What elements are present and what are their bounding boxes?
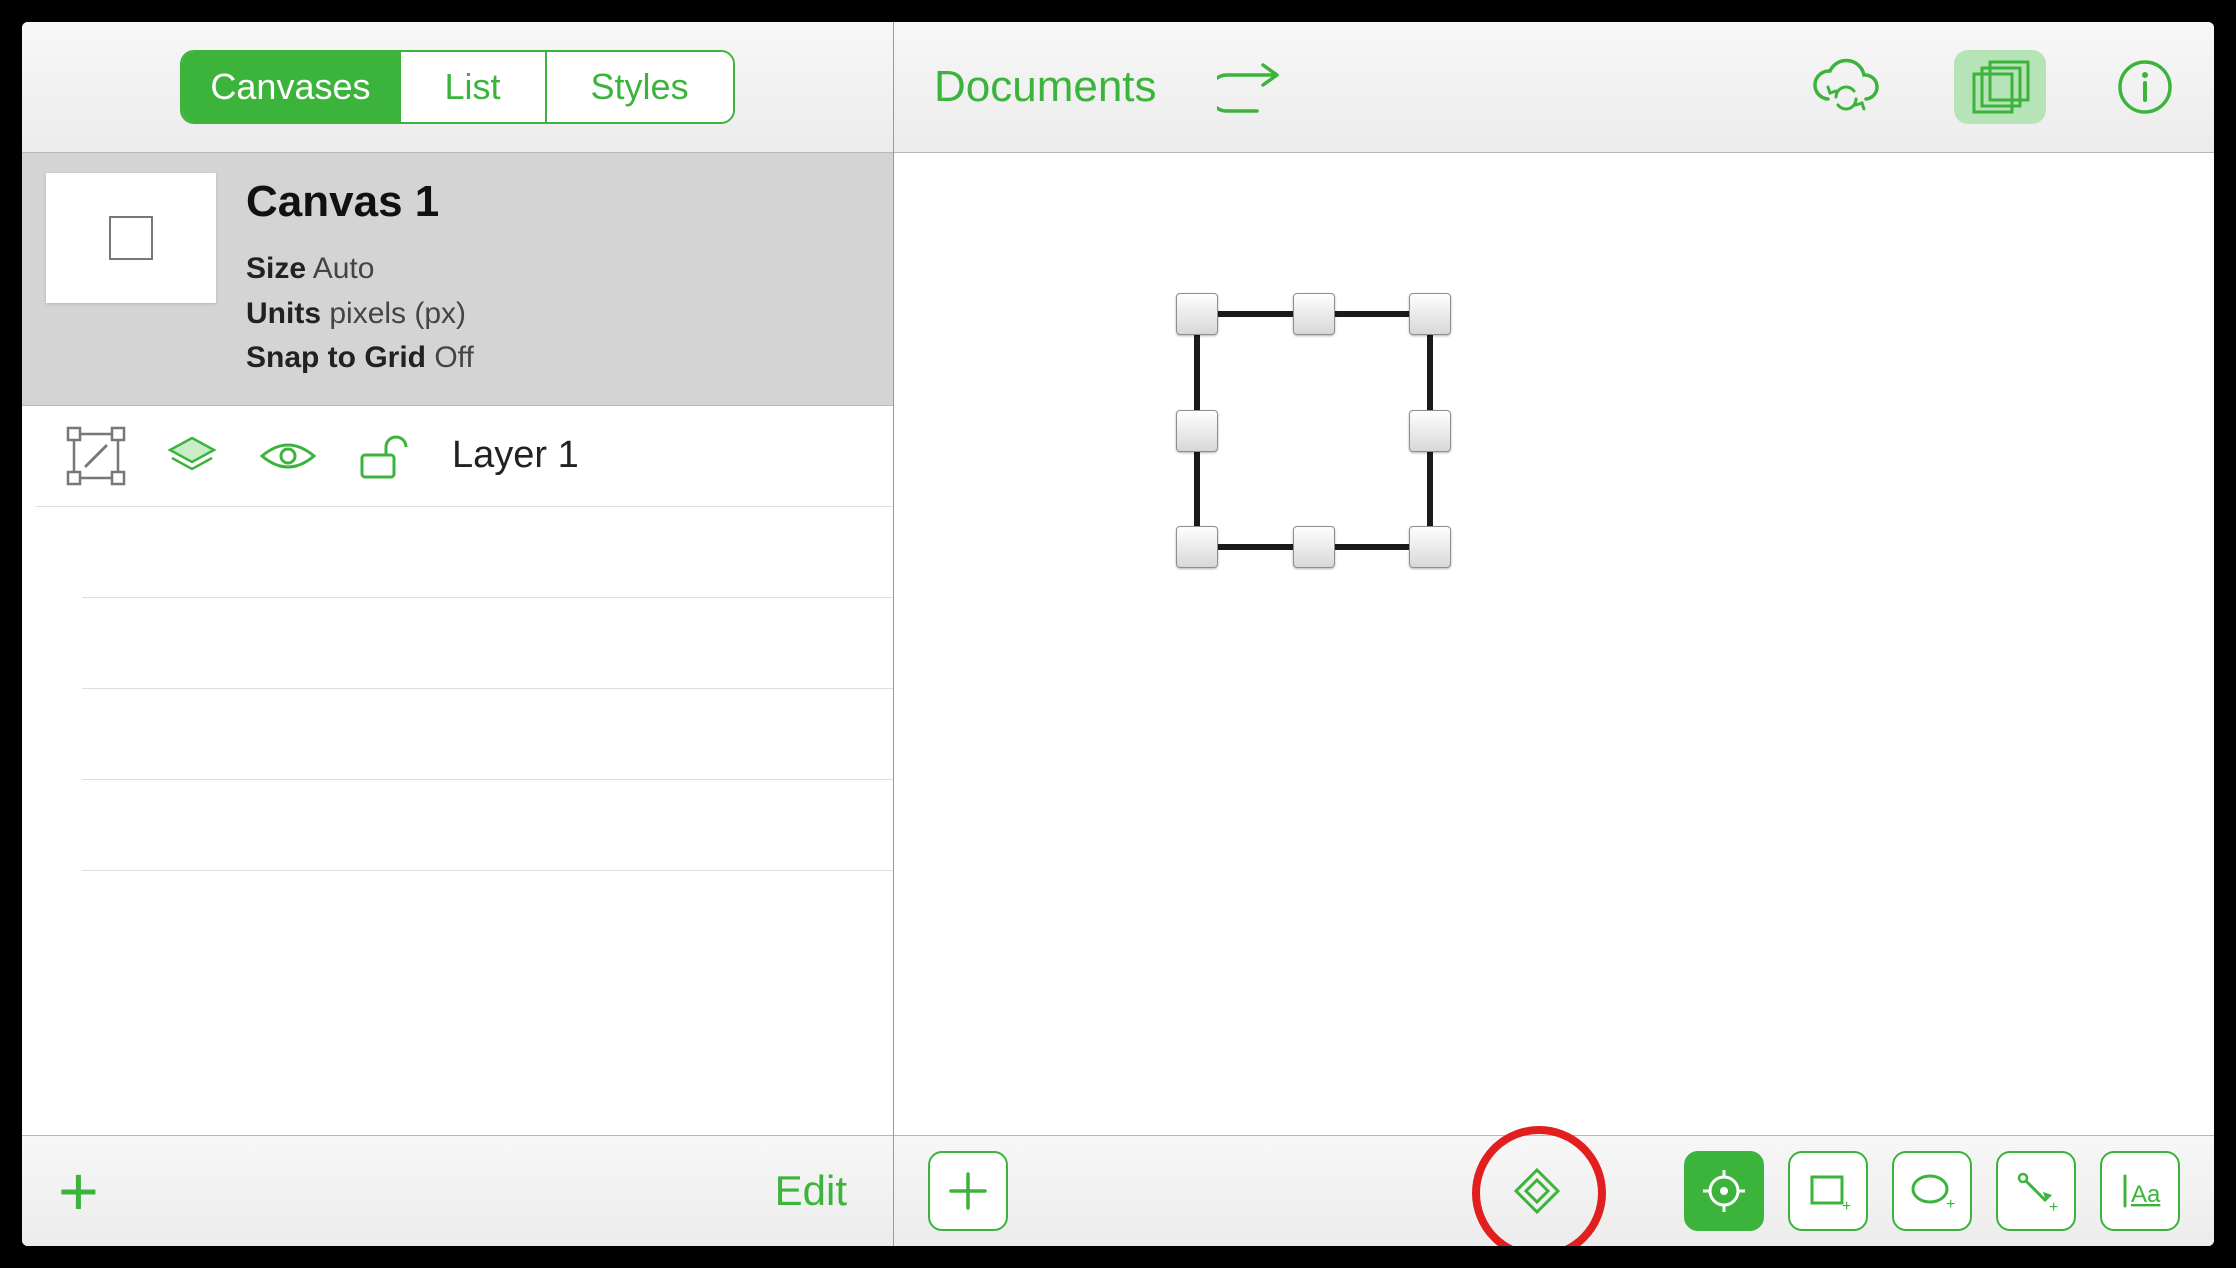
resize-handle-top-middle[interactable] <box>1293 293 1335 335</box>
layers-icon[interactable] <box>166 436 218 476</box>
canvas-thumbnail <box>46 173 216 303</box>
canvas-title: Canvas 1 <box>246 177 474 227</box>
canvas-meta-units: Units pixels (px) <box>246 294 474 335</box>
canvas-units-value: pixels (px) <box>329 297 466 330</box>
selected-rectangle-shape[interactable] <box>1176 293 1451 568</box>
resize-handle-middle-right[interactable] <box>1409 410 1451 452</box>
info-icon[interactable] <box>2116 58 2174 116</box>
canvas-meta-size: Size Auto <box>246 249 474 290</box>
diamond-tool-icon[interactable] <box>1498 1152 1576 1230</box>
sidebar-bottom-bar: + Edit <box>22 1135 893 1246</box>
sidebar-top-bar: Canvases List Styles <box>22 22 893 153</box>
list-row-empty <box>82 689 893 780</box>
resize-handle-top-left[interactable] <box>1176 293 1218 335</box>
main: Documents <box>894 22 2214 1246</box>
stencils-button[interactable] <box>1954 50 2046 124</box>
svg-text:+: + <box>1946 1196 1955 1213</box>
tab-list[interactable]: List <box>399 52 545 122</box>
svg-text:+: + <box>2049 1199 2058 1214</box>
resize-handle-bottom-middle[interactable] <box>1293 526 1335 568</box>
list-row-empty <box>82 780 893 871</box>
add-canvas-button[interactable]: + <box>58 1156 99 1226</box>
layer-name: Layer 1 <box>452 434 579 477</box>
canvas-info: Canvas 1 Size Auto Units pixels (px) Sna… <box>246 173 474 379</box>
selection-tool-button[interactable] <box>1684 1151 1764 1231</box>
rectangle-tool-button[interactable]: + <box>1788 1151 1868 1231</box>
layer-row[interactable]: Layer 1 <box>36 406 893 507</box>
svg-text:Aa: Aa <box>2131 1181 2161 1208</box>
canvas-thumbnail-shape <box>109 216 153 260</box>
list-row-empty <box>82 507 893 598</box>
resize-handle-middle-left[interactable] <box>1176 410 1218 452</box>
tab-canvases[interactable]: Canvases <box>182 52 398 122</box>
main-top-bar: Documents <box>894 22 2214 153</box>
line-tool-button[interactable]: + <box>1996 1151 2076 1231</box>
canvas-size-value: Auto <box>313 252 375 285</box>
view-segmented-control: Canvases List Styles <box>180 50 734 124</box>
edit-button[interactable]: Edit <box>775 1167 847 1215</box>
cloud-sync-icon[interactable] <box>1808 57 1884 117</box>
resize-handle-bottom-right[interactable] <box>1409 526 1451 568</box>
bounding-box-icon <box>66 426 126 486</box>
canvas-meta-snap: Snap to Grid Off <box>246 338 474 379</box>
documents-button[interactable]: Documents <box>934 62 1157 112</box>
tab-styles[interactable]: Styles <box>545 52 733 122</box>
canvas-row[interactable]: Canvas 1 Size Auto Units pixels (px) Sna… <box>22 153 893 406</box>
add-shape-button[interactable] <box>928 1151 1008 1231</box>
canvas-area[interactable] <box>894 153 2214 1135</box>
eye-icon[interactable] <box>258 438 318 474</box>
ellipse-tool-button[interactable]: + <box>1892 1151 1972 1231</box>
main-bottom-toolbar: + + + Aa <box>894 1135 2214 1246</box>
canvas-snap-label: Snap to Grid <box>246 341 426 374</box>
resize-handle-bottom-left[interactable] <box>1176 526 1218 568</box>
canvas-size-label: Size <box>246 252 306 285</box>
list-row-empty <box>82 598 893 689</box>
resize-handle-top-right[interactable] <box>1409 293 1451 335</box>
canvas-snap-value: Off <box>434 341 473 374</box>
rectangle-outline <box>1194 311 1433 550</box>
canvas-units-label: Units <box>246 297 321 330</box>
unlock-icon[interactable] <box>358 433 408 479</box>
sidebar: Canvases List Styles Canvas 1 Size Auto … <box>22 22 894 1246</box>
undo-icon[interactable] <box>1217 61 1301 113</box>
text-tool-button[interactable]: Aa <box>2100 1151 2180 1231</box>
svg-text:+: + <box>1842 1198 1850 1213</box>
